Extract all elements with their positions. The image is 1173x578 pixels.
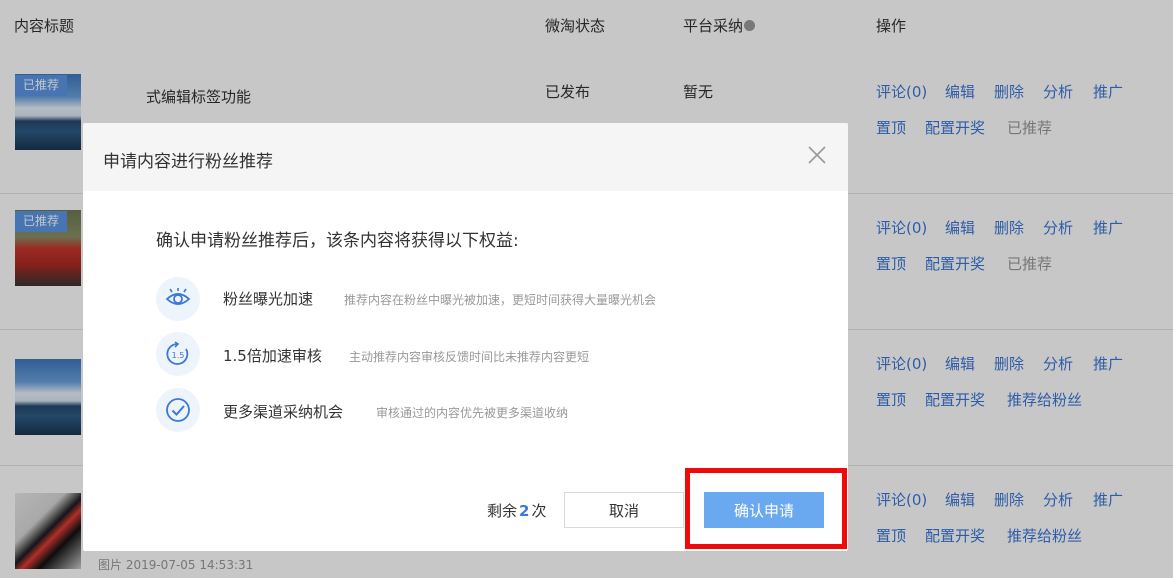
check-circle-icon (156, 388, 200, 432)
svg-text:1.5: 1.5 (172, 351, 185, 360)
dialog-header: 申请内容进行粉丝推荐 (83, 123, 848, 191)
highlight-annotation (685, 468, 847, 549)
remaining-count: 2 (519, 502, 530, 520)
benefit-name: 粉丝曝光加速 (223, 290, 314, 308)
close-icon[interactable] (807, 145, 827, 165)
benefit-name: 更多渠道采纳机会 (223, 403, 344, 421)
benefit-desc: 主动推荐内容审核反馈时间比未推荐内容更短 (349, 350, 590, 364)
benefit-desc: 推荐内容在粉丝中曝光被加速，更短时间获得大量曝光机会 (344, 293, 657, 307)
benefit-name: 1.5倍加速审核 (223, 347, 322, 365)
cancel-button[interactable]: 取消 (564, 492, 684, 528)
dialog-lead-text: 确认申请粉丝推荐后，该条内容将获得以下权益: (156, 231, 519, 251)
dialog-title: 申请内容进行粉丝推荐 (103, 152, 273, 172)
speed-icon: 1.5 (156, 332, 200, 376)
remaining-count-text: 剩余 2 次 (487, 502, 547, 520)
benefit-desc: 审核通过的内容优先被更多渠道收纳 (376, 406, 569, 420)
eye-icon (156, 277, 200, 321)
